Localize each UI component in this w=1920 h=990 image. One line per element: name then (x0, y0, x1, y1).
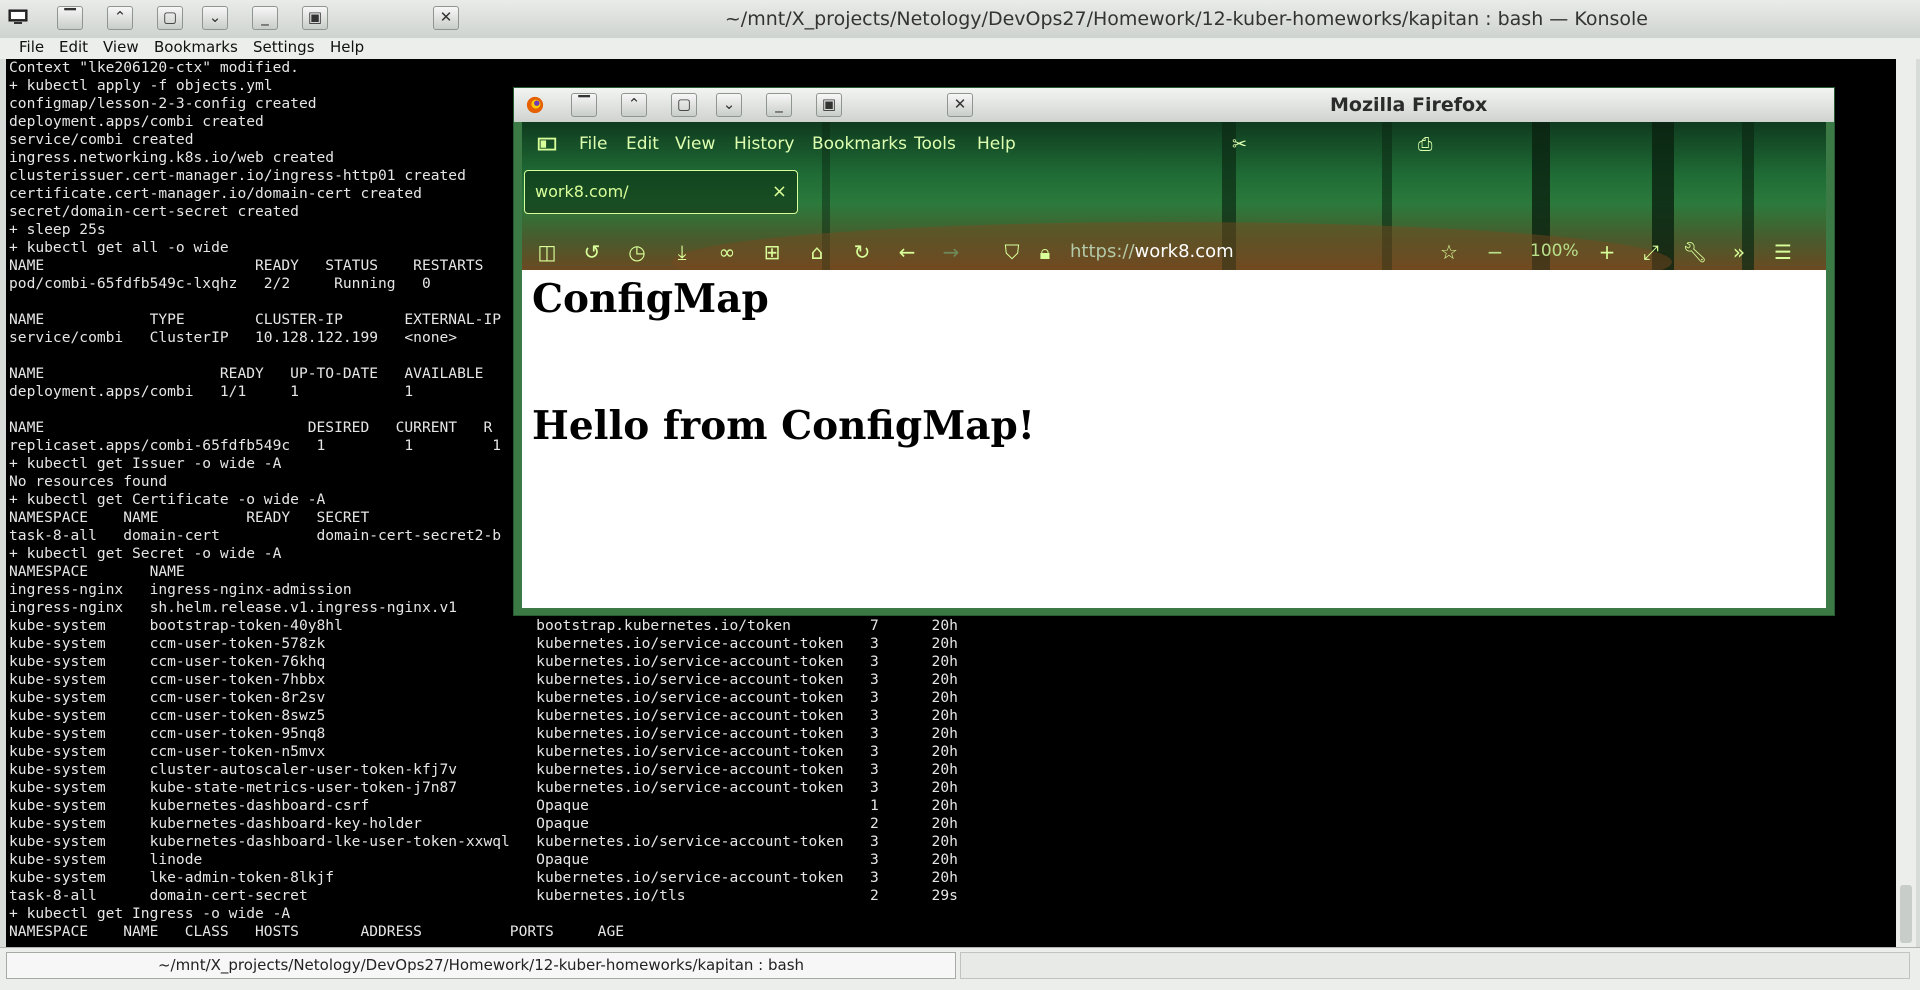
print-icon[interactable]: ⎙ (1418, 134, 1432, 155)
terminal-scrollbar[interactable] (1896, 59, 1916, 947)
konsole-tab-active[interactable]: ~/mnt/X_projects/Netology/DevOps27/Homew… (6, 952, 956, 979)
lock-icon[interactable]: 🔒︎ (1032, 239, 1058, 265)
terminal-line: + kubectl get Ingress -o wide -A (9, 905, 291, 922)
ff-window-minimize-button[interactable]: _ (766, 93, 792, 117)
konsole-app-icon[interactable] (8, 9, 28, 25)
tab-title: work8.com/ (535, 182, 629, 201)
terminal-line: kube-system kubernetes-dashboard-key-hol… (9, 815, 958, 832)
download-icon[interactable]: ⤓ (669, 239, 695, 265)
overflow-chevron-icon[interactable]: » (1726, 239, 1752, 265)
window-up-button[interactable]: ⌃ (107, 6, 133, 30)
terminal-line: kube-system kubernetes-dashboard-csrf Op… (9, 797, 958, 814)
ff-menu-help[interactable]: Help (977, 134, 1016, 154)
zoom-out-icon[interactable]: − (1482, 239, 1508, 265)
browser-tab[interactable]: work8.com/ × (524, 170, 798, 214)
reload-icon[interactable]: ↻ (849, 239, 875, 265)
url-bar[interactable]: https://work8.com (1070, 241, 1234, 262)
page-content: ConfigMap Hello from ConfigMap! (522, 270, 1826, 608)
terminal-line: kube-system lke-admin-token-8lkjf kubern… (9, 869, 958, 886)
ff-menu-edit[interactable]: Edit (626, 134, 659, 154)
firefox-window: ▔ ⌃ ▢ ⌄ _ ▣ ✕ Mozilla Firefox File Edit … (514, 88, 1834, 615)
terminal-line: kube-system ccm-user-token-7hbbx kuberne… (9, 671, 958, 688)
window-keep-button[interactable]: ▢ (157, 6, 183, 30)
ff-window-close-button[interactable]: ✕ (947, 93, 973, 117)
menu-file[interactable]: File (19, 38, 44, 56)
home-icon[interactable]: ⌂ (804, 239, 830, 265)
terminal-line: kube-system ccm-user-token-n5mvx kuberne… (9, 743, 958, 760)
ff-window-shade-button[interactable]: ▔ (571, 93, 597, 117)
terminal-line: task-8-all domain-cert-secret kubernetes… (9, 887, 958, 904)
firefox-icon[interactable] (526, 96, 544, 114)
menu-edit[interactable]: Edit (59, 38, 88, 56)
zoom-level[interactable]: 100% (1530, 241, 1579, 261)
terminal-line: kube-system ccm-user-token-8r2sv kuberne… (9, 689, 958, 706)
shield-icon[interactable]: ⛉ (999, 239, 1025, 265)
terminal-line: kube-system ccm-user-token-8swz5 kuberne… (9, 707, 958, 724)
terminal-line: kube-system ccm-user-token-76khq kuberne… (9, 653, 958, 670)
ff-window-up-button[interactable]: ⌃ (621, 93, 647, 117)
terminal-line: kube-system linode Opaque 3 20h (9, 851, 958, 868)
terminal-line: kube-system kubernetes-dashboard-lke-use… (9, 833, 958, 850)
terminal-line: kube-system ccm-user-token-95nq8 kuberne… (9, 725, 958, 742)
forward-arrow-icon[interactable]: → (938, 239, 964, 265)
private-mask-icon[interactable]: ∞ (714, 239, 740, 265)
firefox-titlebar: ▔ ⌃ ▢ ⌄ _ ▣ ✕ Mozilla Firefox (514, 88, 1834, 122)
clock-icon[interactable]: ◷ (624, 239, 650, 265)
menu-help[interactable]: Help (330, 38, 364, 56)
ff-window-keep-button[interactable]: ▢ (671, 93, 697, 117)
hamburger-menu-icon[interactable]: ☰ (1770, 239, 1796, 265)
firefox-window-title: Mozilla Firefox (1330, 94, 1488, 116)
ff-window-down-button[interactable]: ⌄ (716, 93, 742, 117)
terminal-line: Context "lke206120-ctx" modified. (9, 59, 299, 76)
zoom-in-icon[interactable]: + (1594, 239, 1620, 265)
sidebar-toggle-icon[interactable]: ◫ (534, 239, 560, 265)
fullscreen-icon[interactable]: ⤢ (1638, 239, 1664, 265)
ff-menu-tools[interactable]: Tools (914, 134, 956, 154)
window-minimize-button[interactable]: _ (252, 6, 278, 30)
window-close-button[interactable]: ✕ (433, 6, 459, 30)
bookmark-star-icon[interactable]: ☆ (1436, 239, 1462, 265)
terminal-line: kube-system cluster-autoscaler-user-toke… (9, 761, 958, 778)
menu-settings[interactable]: Settings (253, 38, 315, 56)
scrollbar-thumb[interactable] (1900, 885, 1912, 943)
ff-menu-view[interactable]: View (675, 134, 715, 154)
firefox-toolbox: File Edit View History Bookmarks Tools H… (522, 122, 1826, 270)
window-maximize-button[interactable]: ▣ (302, 6, 328, 30)
konsole-tab-empty-area (960, 952, 1910, 979)
menu-bookmarks[interactable]: Bookmarks (154, 38, 238, 56)
menu-view[interactable]: View (103, 38, 139, 56)
history-back-icon[interactable]: ↺ (579, 239, 605, 265)
konsole-menubar: File Edit View Bookmarks Settings Help (0, 38, 1920, 59)
ff-menu-file[interactable]: File (579, 134, 607, 154)
konsole-tabbar: ~/mnt/X_projects/Netology/DevOps27/Homew… (0, 947, 1920, 990)
konsole-window-title: ~/mnt/X_projects/Netology/DevOps27/Homew… (724, 8, 1648, 30)
terminal-line: NAMESPACE NAME CLASS HOSTS ADDRESS PORTS… (9, 923, 625, 940)
ff-menu-history[interactable]: History (734, 134, 794, 154)
screenshot-icon[interactable]: ✂ (1232, 134, 1247, 155)
window-shade-button[interactable]: ▔ (57, 6, 83, 30)
ff-menu-bookmarks[interactable]: Bookmarks (812, 134, 907, 154)
page-heading: ConfigMap (532, 276, 769, 322)
terminal-line: kube-system bootstrap-token-40y8hl boots… (9, 617, 958, 634)
url-scheme: https:// (1070, 241, 1135, 262)
url-host: work8.com (1134, 241, 1234, 262)
page-greeting: Hello from ConfigMap! (532, 403, 1035, 449)
developer-tools-icon[interactable]: 🔧︎ (1682, 239, 1708, 265)
terminal-line: kube-system ccm-user-token-578zk kuberne… (9, 635, 958, 652)
tab-close-icon[interactable]: × (772, 181, 787, 202)
back-arrow-icon[interactable]: ← (894, 239, 920, 265)
extension-icon[interactable]: ⊞ (759, 239, 785, 265)
ff-window-maximize-button[interactable]: ▣ (816, 93, 842, 117)
sidebar-menu-icon[interactable] (536, 134, 558, 156)
terminal-line: kube-system kube-state-metrics-user-toke… (9, 779, 958, 796)
window-down-button[interactable]: ⌄ (202, 6, 228, 30)
konsole-titlebar: ▔ ⌃ ▢ ⌄ _ ▣ ✕ ~/mnt/X_projects/Netology/… (0, 0, 1920, 39)
